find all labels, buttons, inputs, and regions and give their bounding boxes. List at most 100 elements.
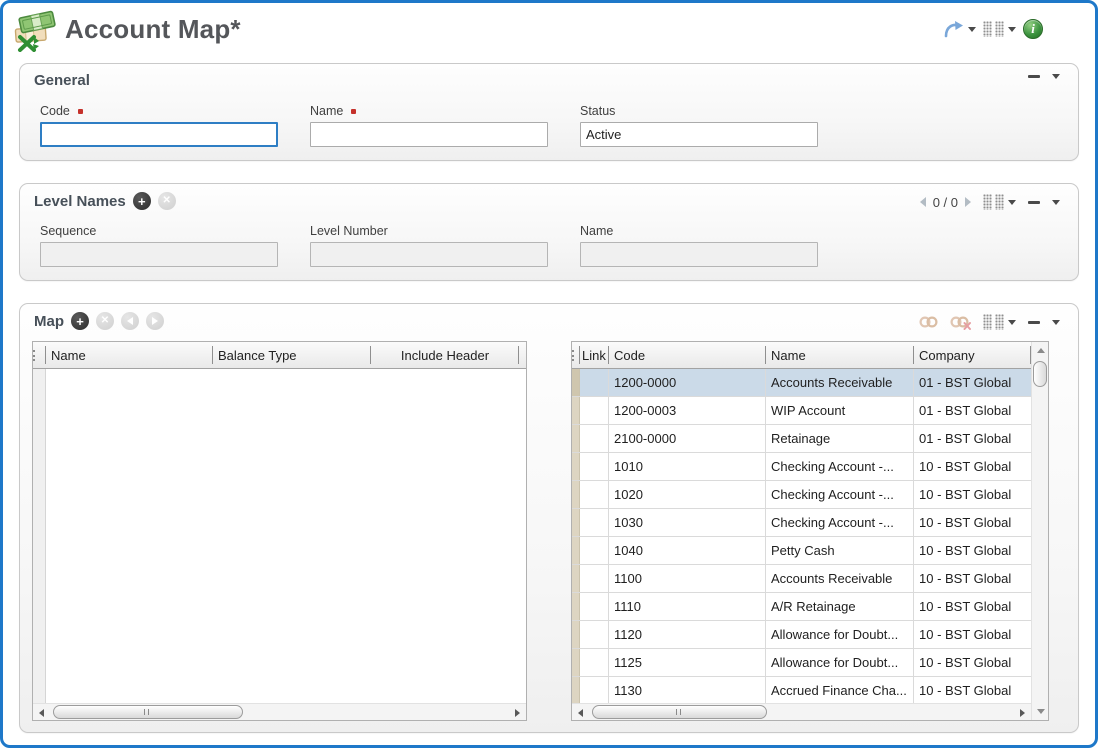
cell-link [580, 453, 609, 480]
table-row[interactable]: 1130Accrued Finance Cha...10 - BST Globa… [572, 677, 1031, 703]
unlink-account-button[interactable] [950, 314, 971, 330]
table-row[interactable]: 1200-0003WIP Account01 - BST Global [572, 397, 1031, 425]
collapse-level-names-button[interactable] [1028, 201, 1040, 204]
scroll-up-button[interactable] [1032, 342, 1049, 359]
row-gutter [572, 509, 580, 536]
scrollbar-thumb[interactable] [1033, 361, 1047, 387]
horizontal-scrollbar[interactable] [572, 703, 1031, 720]
column-header-include-header[interactable]: Include Header [371, 342, 519, 368]
table-row[interactable]: 1200-0000Accounts Receivable01 - BST Glo… [572, 369, 1031, 397]
column-header-name[interactable]: Name [46, 342, 213, 368]
cell-name: Checking Account -... [766, 481, 914, 508]
table-row[interactable]: 1125Allowance for Doubt...10 - BST Globa… [572, 649, 1031, 677]
pager-next-icon[interactable] [965, 197, 971, 207]
table-row[interactable]: 1100Accounts Receivable10 - BST Global [572, 565, 1031, 593]
status-input[interactable] [580, 122, 818, 147]
vertical-scrollbar[interactable] [1031, 342, 1048, 720]
row-selector-gutter [33, 369, 46, 703]
scroll-right-button[interactable] [1014, 704, 1031, 721]
column-header-link[interactable]: Link [580, 342, 609, 368]
unlink-icon [950, 314, 971, 330]
caret-down-icon [1008, 320, 1016, 325]
collapse-general-button[interactable] [1028, 75, 1040, 78]
delete-level-button[interactable]: ✕ [158, 192, 176, 210]
info-icon[interactable]: i [1023, 19, 1043, 39]
cell-link [580, 537, 609, 564]
general-section-title: General [34, 72, 90, 89]
arrow-left-icon [127, 317, 133, 325]
scroll-down-button[interactable] [1032, 703, 1049, 720]
row-gutter [572, 537, 580, 564]
map-menu-button[interactable] [1052, 320, 1060, 325]
right-grid-body: 1200-0000Accounts Receivable01 - BST Glo… [572, 369, 1031, 703]
scroll-left-button[interactable] [572, 704, 589, 721]
cell-company: 10 - BST Global [914, 565, 1031, 592]
table-row[interactable]: 1120Allowance for Doubt...10 - BST Globa… [572, 621, 1031, 649]
link-icon [919, 314, 938, 330]
cell-name: Accounts Receivable [766, 565, 914, 592]
link-account-button[interactable] [919, 314, 938, 330]
caret-down-icon [1052, 200, 1060, 205]
grid-header-row: Link Code Name Company [572, 342, 1031, 369]
titlebar: Account Map* i [3, 3, 1095, 61]
column-header-balance-type[interactable]: Balance Type [213, 342, 371, 368]
table-row[interactable]: 2100-0000Retainage01 - BST Global [572, 425, 1031, 453]
page-title: Account Map* [65, 14, 241, 45]
cell-link [580, 677, 609, 703]
cell-name: Allowance for Doubt... [766, 649, 914, 676]
scroll-left-button[interactable] [33, 704, 50, 721]
row-selector-header[interactable] [572, 342, 580, 368]
move-left-button[interactable] [121, 312, 139, 330]
move-right-button[interactable] [146, 312, 164, 330]
level-names-column-chooser-button[interactable] [983, 194, 1016, 210]
cell-company: 10 - BST Global [914, 537, 1031, 564]
scroll-right-button[interactable] [509, 704, 526, 721]
add-map-button[interactable]: + [71, 312, 89, 330]
cell-code: 1125 [609, 649, 766, 676]
level-names-menu-button[interactable] [1052, 200, 1060, 205]
minus-icon [1028, 201, 1040, 204]
status-label: Status [580, 104, 615, 118]
code-field: Code [40, 104, 278, 147]
collapse-map-button[interactable] [1028, 321, 1040, 324]
level-name-label: Name [580, 224, 613, 238]
delete-map-button[interactable]: ✕ [96, 312, 114, 330]
cell-company: 01 - BST Global [914, 425, 1031, 452]
plus-icon: + [138, 195, 146, 208]
row-selector-header[interactable] [33, 342, 46, 368]
table-row[interactable]: 1110A/R Retainage10 - BST Global [572, 593, 1031, 621]
arrow-up-icon [1037, 348, 1045, 353]
column-header-filler [519, 342, 529, 368]
general-menu-button[interactable] [1052, 74, 1060, 79]
table-row[interactable]: 1030Checking Account -...10 - BST Global [572, 509, 1031, 537]
table-row[interactable]: 1020Checking Account -...10 - BST Global [572, 481, 1031, 509]
scrollbar-thumb[interactable] [53, 705, 243, 719]
account-map-icon [13, 10, 59, 52]
column-chooser-button[interactable] [983, 21, 1016, 37]
map-column-chooser-button[interactable] [983, 314, 1016, 330]
cell-link [580, 593, 609, 620]
table-row[interactable]: 1010Checking Account -...10 - BST Global [572, 453, 1031, 481]
cell-code: 1200-0000 [609, 369, 766, 396]
column-header-company[interactable]: Company [914, 342, 1031, 368]
scrollbar-thumb[interactable] [592, 705, 767, 719]
cell-name: A/R Retainage [766, 593, 914, 620]
caret-down-icon [1008, 200, 1016, 205]
plus-icon: + [76, 315, 84, 328]
navigate-dropdown-button[interactable] [942, 19, 976, 39]
name-input[interactable] [310, 122, 548, 147]
cell-company: 01 - BST Global [914, 369, 1031, 396]
cell-code: 1020 [609, 481, 766, 508]
table-row[interactable]: 1040Petty Cash10 - BST Global [572, 537, 1031, 565]
column-chooser-icon [983, 314, 1004, 330]
cell-name: Accounts Receivable [766, 369, 914, 396]
add-level-button[interactable]: + [133, 192, 151, 210]
grid-header-row: Name Balance Type Include Header [33, 342, 526, 369]
column-header-name[interactable]: Name [766, 342, 914, 368]
code-input[interactable] [40, 122, 278, 147]
row-gutter [572, 565, 580, 592]
level-number-input [310, 242, 548, 267]
horizontal-scrollbar[interactable] [33, 703, 526, 720]
pager-prev-icon[interactable] [920, 197, 926, 207]
column-header-code[interactable]: Code [609, 342, 766, 368]
